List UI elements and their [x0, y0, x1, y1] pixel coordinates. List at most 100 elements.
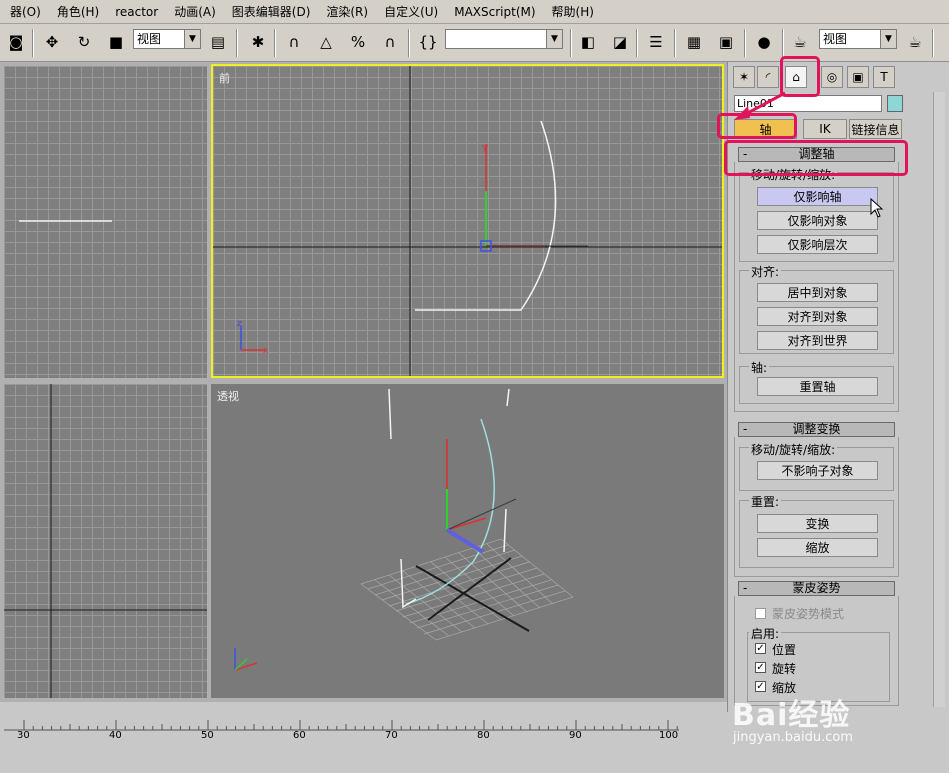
move-icon[interactable]: ✥	[40, 30, 64, 54]
tick-label: 80	[477, 730, 490, 741]
collapse-icon: -	[743, 581, 748, 595]
align-icon[interactable]: ◪	[608, 30, 632, 54]
viewport-top[interactable]	[4, 66, 207, 378]
toolbar-separator	[236, 29, 238, 57]
render-view-value: 视图	[823, 32, 848, 46]
curve-editor-icon[interactable]: ▦	[682, 30, 706, 54]
toolbar-separator	[932, 29, 934, 57]
scale-icon[interactable]: ■	[104, 30, 128, 54]
snap-3d-icon[interactable]: ∩	[282, 30, 306, 54]
create-tab-icon[interactable]: ✶	[733, 66, 755, 88]
affect-object-only-button[interactable]: 仅影响对象	[757, 211, 878, 230]
menu-item-character[interactable]: 角色(H)	[49, 3, 107, 20]
chevron-down-icon: ▼	[184, 30, 200, 48]
chevron-down-icon: ▼	[880, 30, 896, 48]
viewport-front-drawing: Y z x	[213, 66, 722, 376]
enable-position-checkbox[interactable]: ✓	[755, 643, 766, 654]
render-view-dropdown[interactable]: 视图 ▼	[819, 29, 897, 49]
viewport-label-perspective[interactable]: 透视	[217, 388, 239, 404]
menu-item-customize[interactable]: 自定义(U)	[376, 3, 446, 20]
command-panel-scrollbar[interactable]	[933, 92, 945, 707]
toolbar-separator	[274, 29, 276, 57]
group-label: 对齐:	[749, 263, 782, 280]
svg-text:Y: Y	[481, 144, 489, 155]
spinner-snap-icon[interactable]: ∩	[378, 30, 402, 54]
menu-item-help[interactable]: 帮助(H)	[544, 3, 602, 20]
menu-item-object[interactable]: 器(O)	[2, 3, 49, 20]
tick-label: 90	[569, 730, 582, 741]
toolbar-separator	[674, 29, 676, 57]
percent-snap-icon[interactable]: %	[346, 30, 370, 54]
menu-item-maxscript[interactable]: MAXScript(M)	[446, 5, 543, 19]
menu-item-animation[interactable]: 动画(A)	[166, 3, 224, 20]
affect-pivot-only-button[interactable]: 仅影响轴	[757, 187, 878, 206]
toolbar-separator	[32, 29, 34, 57]
toolbar-separator	[570, 29, 572, 57]
group-label: 轴:	[749, 359, 770, 376]
object-color-swatch[interactable]	[887, 95, 903, 112]
rollout-skin-pose[interactable]: - 蒙皮姿势	[738, 581, 895, 596]
schematic-view-icon[interactable]: ▣	[714, 30, 738, 54]
center-to-object-button[interactable]: 居中到对象	[757, 283, 878, 302]
watermark-url: jingyan.baidu.com	[733, 730, 853, 745]
select-region-icon[interactable]: ◙	[4, 30, 28, 54]
viewport-front[interactable]: Y z x 前	[211, 64, 724, 378]
layers-icon[interactable]: ☰	[644, 30, 668, 54]
named-selection-icon[interactable]: {}	[416, 30, 440, 54]
quick-render-icon[interactable]: ☕	[903, 30, 927, 54]
timeline: 30 40 50 60 70 80 90 100	[0, 712, 727, 773]
group-reset	[739, 500, 894, 568]
skin-pose-mode-checkbox[interactable]	[755, 608, 766, 619]
group-label: 重置:	[749, 493, 782, 510]
pivot-center-icon[interactable]: ▤	[206, 30, 230, 54]
tick-label: 30	[17, 730, 30, 741]
skin-pose-mode-label: 蒙皮姿势模式	[772, 607, 845, 621]
viewport-perspective-drawing	[234, 388, 574, 671]
reset-transform-button[interactable]: 变换	[757, 514, 878, 533]
modify-tab-icon[interactable]: ◜	[757, 66, 779, 88]
reset-pivot-button[interactable]: 重置轴	[757, 377, 878, 396]
viewport-perspective[interactable]: 透视	[211, 384, 724, 698]
motion-tab-icon[interactable]: ◎	[821, 66, 843, 88]
rollout-body-adjust-transform: 移动/旋转/缩放: 不影响子对象 重置: 变换 缩放	[734, 437, 899, 577]
rollout-title: 蒙皮姿势	[792, 581, 841, 595]
group-label: 移动/旋转/缩放:	[749, 441, 838, 458]
reset-scale-button[interactable]: 缩放	[757, 538, 878, 557]
menu-item-reactor[interactable]: reactor	[107, 5, 166, 19]
render-scene-icon[interactable]: ☕	[788, 30, 812, 54]
angle-snap-icon[interactable]: △	[314, 30, 338, 54]
arrow-annotation-icon	[734, 91, 786, 120]
viewport-area: Y z x 前 透视	[0, 62, 727, 702]
utilities-tab-icon[interactable]: T	[873, 66, 895, 88]
viewport-left-drawing	[4, 384, 207, 698]
reference-coordinate-dropdown[interactable]: 视图 ▼	[133, 29, 201, 49]
enable-rotation-label: 旋转	[772, 662, 797, 676]
toolbar-separator	[636, 29, 638, 57]
menu-item-graph-editors[interactable]: 图表编辑器(D)	[224, 3, 319, 20]
align-to-world-button[interactable]: 对齐到世界	[757, 331, 878, 350]
menu-bar: 器(O) 角色(H) reactor 动画(A) 图表编辑器(D) 渲染(R) …	[0, 0, 949, 24]
align-to-object-button[interactable]: 对齐到对象	[757, 307, 878, 326]
tick-label: 70	[385, 730, 398, 741]
highlight-adjust-pivot	[724, 140, 908, 176]
watermark-brand: Bai经验	[732, 698, 851, 733]
watermark-logo: Bai经验	[732, 690, 850, 734]
material-editor-icon[interactable]: ●	[752, 30, 776, 54]
affect-hierarchy-only-button[interactable]: 仅影响层次	[757, 235, 878, 254]
tab-ik[interactable]: IK	[803, 119, 847, 139]
tab-link-info[interactable]: 链接信息	[849, 119, 902, 139]
rollout-adjust-transform[interactable]: - 调整变换	[738, 422, 895, 437]
viewport-left[interactable]	[4, 384, 207, 698]
enable-rotation-checkbox[interactable]: ✓	[755, 662, 766, 673]
svg-text:z: z	[237, 319, 242, 329]
rotate-icon[interactable]: ↻	[72, 30, 96, 54]
menu-item-rendering[interactable]: 渲染(R)	[318, 3, 376, 20]
mirror-icon[interactable]: ◧	[576, 30, 600, 54]
named-selection-dropdown[interactable]: ▼	[445, 29, 563, 49]
tick-label: 100	[659, 730, 679, 741]
tick-label: 40	[109, 730, 122, 741]
display-tab-icon[interactable]: ▣	[847, 66, 869, 88]
viewport-label-front[interactable]: 前	[219, 70, 230, 86]
manipulate-icon[interactable]: ✱	[246, 30, 270, 54]
dont-affect-children-button[interactable]: 不影响子对象	[757, 461, 878, 480]
